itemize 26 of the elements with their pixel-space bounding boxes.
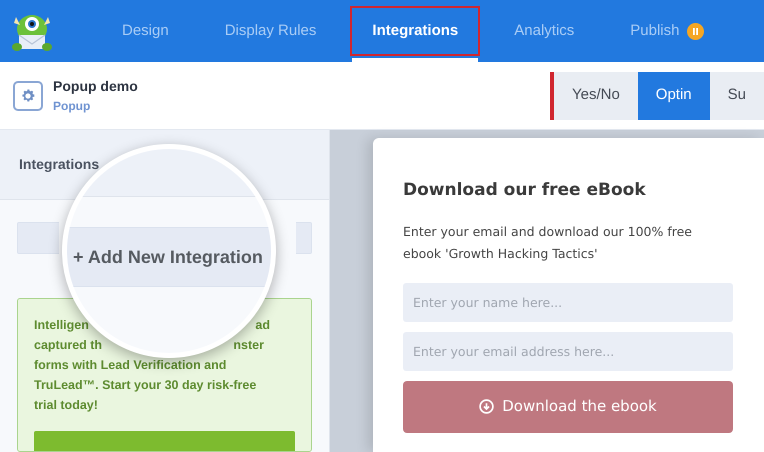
campaign-type: Popup — [53, 98, 92, 115]
campaign-title: Popup demo — [53, 77, 138, 96]
promo-text-fragment: ad — [255, 317, 270, 334]
nav-tab[interactable]: Display Rules — [196, 0, 344, 62]
add-integration-button-edge — [17, 222, 59, 254]
view-tab[interactable]: Su — [710, 72, 764, 120]
nav-tab[interactable]: Design — [94, 0, 197, 62]
settings-icon[interactable] — [13, 80, 43, 110]
popup-description: Enter your email and download our 100% free ebook 'Growth Hacking Tactics' — [403, 222, 693, 263]
nav-tab[interactable]: Publish — [602, 0, 732, 62]
download-button[interactable]: Download the ebook — [403, 380, 733, 432]
promo-text: forms with Lead Verification and TruLead™. Start your 30 day risk-free trial today! — [34, 357, 258, 414]
text-field[interactable]: Enter your name here... — [403, 282, 733, 322]
add-integration-button[interactable]: + Add New Integration — [67, 227, 271, 287]
download-icon — [479, 399, 494, 414]
nav-tab[interactable]: Analytics — [486, 0, 602, 62]
promo-text-fragment: captured th — [34, 337, 102, 354]
promo-text-fragment: nster — [233, 337, 264, 354]
add-integration-button-edge — [296, 222, 312, 254]
promo-text-fragment: Intelligen — [34, 317, 89, 334]
popup-title: Download our free eBook — [403, 179, 647, 202]
sidebar-title: Integrations — [19, 155, 100, 174]
text-field[interactable]: Enter your email address here... — [403, 332, 733, 370]
view-tab[interactable]: Optin — [638, 72, 710, 120]
nav-tab[interactable]: Integrations — [344, 0, 486, 62]
view-tab[interactable]: Yes/No — [554, 72, 638, 120]
